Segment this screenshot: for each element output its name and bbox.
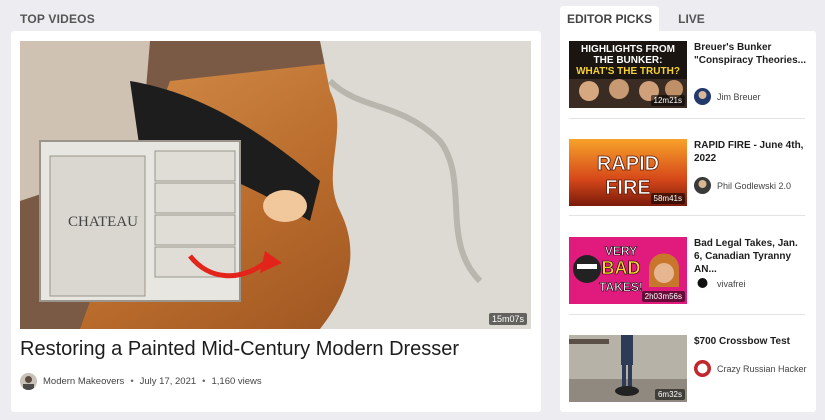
pick-channel-name: vivafrei (717, 278, 746, 289)
divider (569, 118, 805, 119)
pick-channel[interactable]: Phil Godlewski 2.0 (694, 177, 791, 194)
channel-avatar (694, 88, 711, 105)
channel-avatar[interactable] (20, 373, 37, 390)
svg-text:TAKES!: TAKES! (599, 280, 643, 294)
pick-thumbnail[interactable]: 6m32s (569, 335, 687, 402)
pick-title[interactable]: $700 Crossbow Test (694, 335, 806, 348)
list-item: HIGHLIGHTS FROM THE BUNKER: WHAT'S THE T… (569, 41, 806, 129)
pick-channel-name: Phil Godlewski 2.0 (717, 180, 792, 191)
channel-avatar (694, 177, 711, 194)
pick-channel[interactable]: vivafrei (694, 275, 746, 292)
svg-text:VERY: VERY (605, 244, 637, 258)
pick-thumbnail[interactable]: HIGHLIGHTS FROM THE BUNKER: WHAT'S THE T… (569, 41, 687, 108)
pick-channel-name: Crazy Russian Hacker (717, 363, 807, 374)
svg-text:HIGHLIGHTS FROM: HIGHLIGHTS FROM (581, 44, 675, 55)
featured-thumbnail-image: CHATEAU (20, 41, 531, 329)
pick-channel[interactable]: Crazy Russian Hacker (694, 360, 807, 377)
editor-picks-list: HIGHLIGHTS FROM THE BUNKER: WHAT'S THE T… (560, 31, 816, 412)
pick-duration: 12m21s (650, 95, 685, 106)
svg-text:RAPID: RAPID (597, 153, 659, 175)
tab-live[interactable]: LIVE (671, 6, 712, 33)
featured-video-thumbnail[interactable]: CHATEAU 15m07s (20, 41, 531, 329)
divider (569, 314, 805, 315)
svg-text:FIRE: FIRE (605, 177, 651, 199)
channel-avatar (694, 275, 711, 292)
tab-editor-picks[interactable]: EDITOR PICKS (560, 6, 660, 33)
list-item: RAPID FIRE 58m41s RAPID FIRE - June 4th,… (569, 139, 805, 227)
pick-channel-name: Jim Breuer (717, 91, 761, 102)
featured-video-meta: Modern Makeovers • July 17, 2021 • 1,160… (20, 373, 262, 390)
featured-views: 1,160 views (211, 376, 262, 387)
pick-duration: 6m32s (654, 389, 685, 400)
list-item: VERY BAD TAKES! 2h03m56s Bad Legal Takes… (569, 237, 805, 325)
list-item: 6m32s $700 Crossbow Test Crazy Russian H… (569, 335, 807, 420)
featured-video-card: CHATEAU 15m07s Restoring a Painted Mid-C… (11, 31, 541, 412)
meta-separator: • (130, 376, 134, 387)
pick-duration: 2h03m56s (641, 291, 685, 302)
pick-title[interactable]: RAPID FIRE - June 4th, 2022 (694, 139, 806, 165)
svg-text:THE BUNKER:: THE BUNKER: (594, 55, 663, 66)
top-videos-heading: TOP VIDEOS (20, 12, 95, 26)
divider (569, 215, 805, 216)
featured-channel-name[interactable]: Modern Makeovers (43, 376, 124, 387)
svg-text:WHAT'S THE TRUTH?: WHAT'S THE TRUTH? (576, 66, 680, 77)
side-tabs: EDITOR PICKS LIVE (560, 6, 712, 33)
pick-channel[interactable]: Jim Breuer (694, 88, 761, 105)
pick-thumbnail[interactable]: VERY BAD TAKES! 2h03m56s (569, 237, 687, 304)
pick-title[interactable]: Breuer's Bunker "Conspiracy Theories... (694, 41, 806, 67)
pick-title[interactable]: Bad Legal Takes, Jan. 6, Canadian Tyrann… (694, 237, 806, 276)
featured-duration: 15m07s (488, 313, 527, 325)
svg-text:CHATEAU: CHATEAU (68, 214, 138, 230)
featured-date: July 17, 2021 (139, 376, 197, 387)
svg-text:BAD: BAD (602, 258, 641, 278)
channel-avatar (694, 360, 711, 377)
meta-separator: • (202, 376, 206, 387)
pick-thumbnail[interactable]: RAPID FIRE 58m41s (569, 139, 687, 206)
pick-duration: 58m41s (650, 193, 685, 204)
featured-video-title[interactable]: Restoring a Painted Mid-Century Modern D… (20, 338, 459, 361)
